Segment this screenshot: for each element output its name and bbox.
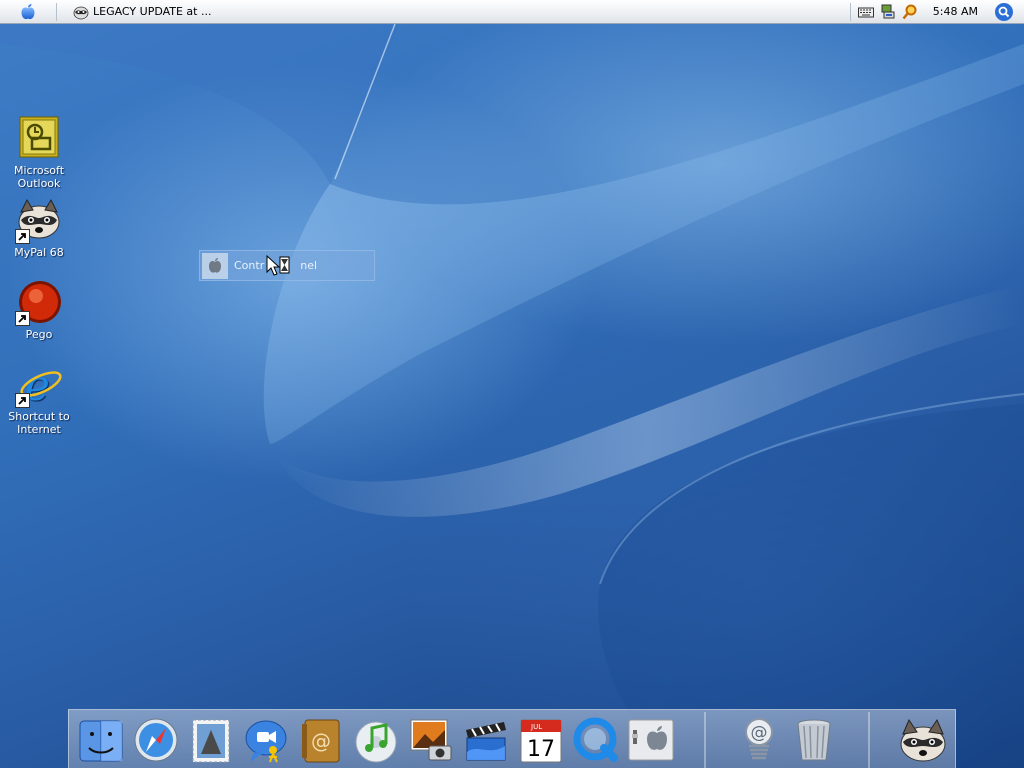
wallpaper-swirl bbox=[0, 24, 1024, 768]
desktop-icon-label: MyPal 68 bbox=[14, 246, 64, 259]
dock-item-safari[interactable] bbox=[128, 712, 183, 768]
calendar-month: JUL bbox=[530, 723, 542, 731]
dock-item-ichat[interactable] bbox=[238, 712, 293, 768]
outlook-icon bbox=[15, 114, 63, 162]
mail-stamp-icon bbox=[192, 719, 229, 763]
raccoon-icon bbox=[15, 196, 63, 244]
system-tray bbox=[851, 0, 925, 24]
desktop-icon-pego[interactable]: Pego bbox=[0, 278, 78, 341]
keyboard-icon[interactable] bbox=[857, 3, 875, 21]
dock-item-mail-server[interactable]: @ bbox=[732, 712, 787, 768]
pego-icon bbox=[15, 278, 63, 326]
dock-item-trash[interactable] bbox=[787, 712, 842, 768]
dock-item-ical[interactable]: JUL 17 bbox=[513, 712, 568, 768]
dock-item-finder[interactable] bbox=[73, 712, 128, 768]
dock-item-quicktime[interactable] bbox=[568, 712, 623, 768]
internet-explorer-icon: e bbox=[15, 360, 63, 410]
trash-icon bbox=[797, 719, 831, 761]
finder-icon bbox=[79, 720, 122, 762]
itunes-icon bbox=[355, 721, 396, 763]
dock-item-iphoto[interactable] bbox=[403, 712, 458, 768]
ichat-icon bbox=[245, 720, 286, 763]
dock-item-mypal[interactable] bbox=[896, 712, 951, 768]
ical-calendar-icon: JUL 17 bbox=[520, 719, 561, 763]
clock[interactable]: 5:48 AM bbox=[925, 5, 994, 18]
dock-item-system-preferences[interactable] bbox=[623, 712, 678, 768]
drag-ghost-label: Contr bbox=[234, 259, 265, 272]
dock: @ JUL 17 @ bbox=[68, 709, 956, 768]
network-icon[interactable] bbox=[879, 3, 897, 21]
desktop-icon-internet[interactable]: e Shortcut to Internet bbox=[0, 360, 78, 436]
desktop-icon-mypal[interactable]: MyPal 68 bbox=[0, 196, 78, 259]
desktop[interactable]: Microsoft Outlook MyPal 68 Pego e Shortc… bbox=[0, 24, 1024, 768]
imovie-clapper-icon bbox=[465, 722, 506, 761]
at-spring-icon: @ bbox=[745, 718, 774, 760]
address-book-icon: @ bbox=[301, 719, 339, 763]
apple-icon bbox=[21, 3, 35, 19]
raccoon-icon bbox=[73, 6, 89, 19]
svg-text:@: @ bbox=[751, 723, 768, 743]
dock-item-imovie[interactable] bbox=[458, 712, 513, 768]
shortcut-arrow-icon bbox=[15, 393, 30, 408]
system-preferences-icon bbox=[628, 719, 673, 761]
dock-item-address-book[interactable]: @ bbox=[293, 712, 348, 768]
desktop-icon-label: Shortcut to bbox=[8, 410, 70, 423]
dock-separator bbox=[867, 712, 870, 768]
taskbar-item-legacy-update[interactable]: LEGACY UPDATE at ... bbox=[57, 0, 219, 24]
raccoon-icon bbox=[900, 718, 946, 762]
desktop-icon-label: Microsoft bbox=[13, 164, 65, 177]
svg-text:@: @ bbox=[311, 729, 331, 753]
desktop-icon-outlook[interactable]: Microsoft Outlook bbox=[0, 114, 78, 190]
desktop-icon-label: Outlook bbox=[17, 177, 61, 190]
dock-separator bbox=[704, 712, 706, 768]
spotlight-icon[interactable] bbox=[994, 2, 1014, 22]
taskbar-item-label: LEGACY UPDATE at ... bbox=[93, 5, 212, 18]
apple-icon bbox=[202, 252, 228, 279]
menu-bar: LEGACY UPDATE at ... 5:48 AM bbox=[0, 0, 1024, 24]
desktop-icon-label: Pego bbox=[25, 328, 53, 341]
shortcut-arrow-icon bbox=[15, 311, 30, 326]
quicktime-icon bbox=[573, 717, 618, 762]
dock-item-mail[interactable] bbox=[183, 712, 238, 768]
shortcut-arrow-icon bbox=[15, 229, 30, 244]
iphoto-icon bbox=[410, 719, 451, 761]
desktop-icon-label: Internet bbox=[17, 423, 61, 436]
calendar-day: 17 bbox=[527, 737, 555, 762]
dock-item-itunes[interactable] bbox=[348, 712, 403, 768]
drag-ghost-label: nel bbox=[300, 259, 318, 272]
safari-compass-icon bbox=[134, 718, 177, 762]
busy-cursor-icon bbox=[266, 254, 292, 279]
search-magnifier-icon[interactable] bbox=[901, 3, 919, 21]
apple-menu-button[interactable] bbox=[0, 0, 56, 24]
